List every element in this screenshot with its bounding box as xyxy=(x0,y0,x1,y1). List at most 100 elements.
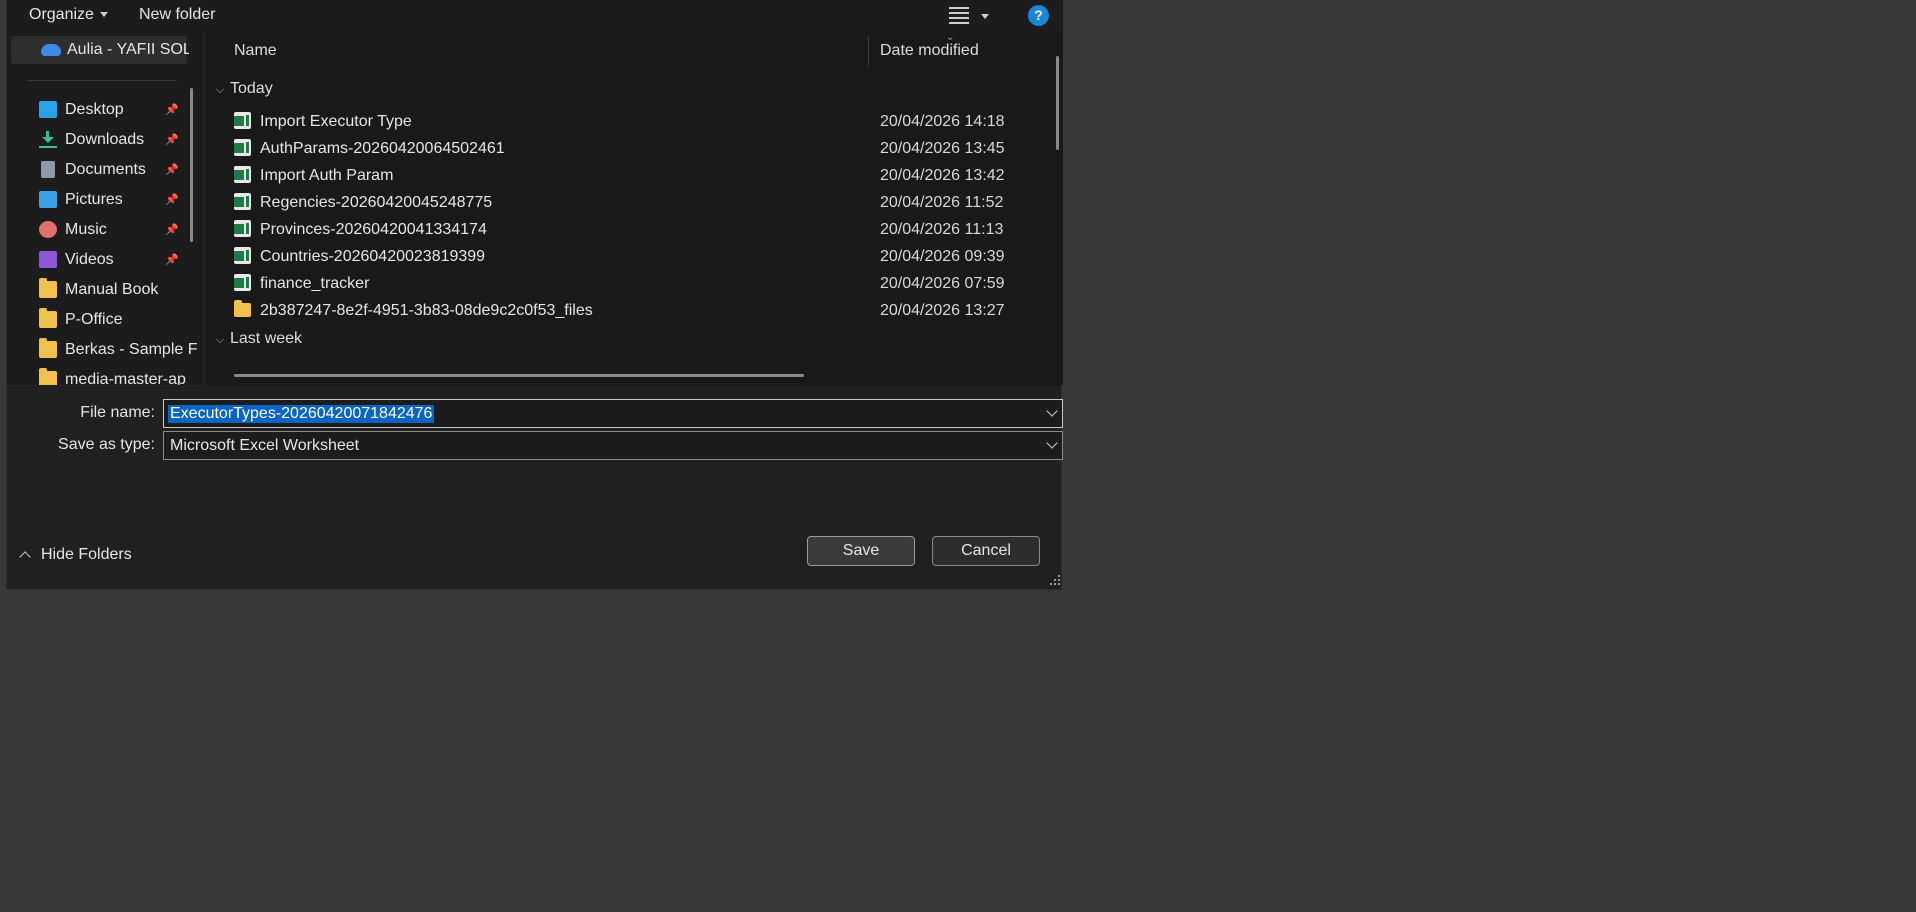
divider xyxy=(27,80,177,81)
file-date: 20/04/2026 09:39 xyxy=(880,248,1005,265)
sidebar-item-p-office[interactable]: P-Office xyxy=(7,306,193,334)
file-row[interactable]: finance_tracker 20/04/2026 07:59 xyxy=(230,270,1050,296)
chevron-down-icon: ⌵ xyxy=(216,84,225,96)
file-name: Regencies-20260420045248775 xyxy=(260,194,493,211)
hide-folders-button[interactable]: Hide Folders xyxy=(19,546,132,564)
horizontal-scrollbar[interactable] xyxy=(234,374,804,377)
file-row[interactable]: Regencies-20260420045248775 20/04/2026 1… xyxy=(230,189,1050,215)
music-icon xyxy=(39,221,57,238)
pin-icon: 📌 xyxy=(165,164,179,176)
excel-file-icon xyxy=(234,166,251,183)
chevron-up-icon xyxy=(19,551,31,563)
videos-icon xyxy=(39,251,57,268)
pin-icon: 📌 xyxy=(165,224,179,236)
file-list-header: Name ⌄ Date modified xyxy=(206,32,1063,72)
chevron-down-icon[interactable] xyxy=(1046,437,1058,449)
folder-icon xyxy=(39,338,57,358)
file-date: 20/04/2026 13:42 xyxy=(880,167,1005,184)
save-button[interactable]: Save xyxy=(807,536,915,566)
excel-file-icon xyxy=(234,274,251,291)
group-label: Last week xyxy=(230,330,303,347)
resize-grip-icon[interactable] xyxy=(1049,574,1061,586)
pin-icon: 📌 xyxy=(165,104,179,116)
file-name-input[interactable]: ExecutorTypes-20260420071842476 xyxy=(163,399,1063,428)
help-button[interactable]: ? xyxy=(1028,5,1049,26)
excel-file-icon xyxy=(234,193,251,210)
file-row[interactable]: AuthParams-20260420064502461 20/04/2026 … xyxy=(230,135,1050,161)
sidebar-item-manual-book[interactable]: Manual Book xyxy=(7,276,193,304)
chevron-down-icon xyxy=(99,12,108,18)
sidebar-item-label: Documents xyxy=(65,161,146,178)
file-name-value: ExecutorTypes-20260420071842476 xyxy=(168,405,435,423)
onedrive-cloud-icon xyxy=(41,44,61,56)
pictures-icon xyxy=(39,191,57,208)
chevron-down-icon xyxy=(981,14,989,19)
file-name: finance_tracker xyxy=(260,275,370,292)
sidebar-item-desktop[interactable]: Desktop 📌 xyxy=(7,96,193,124)
sidebar-item-label: Downloads xyxy=(65,131,145,148)
chevron-down-icon[interactable] xyxy=(1046,405,1058,417)
excel-file-icon xyxy=(234,139,251,156)
file-date: 20/04/2026 07:59 xyxy=(880,275,1005,292)
sidebar-item-label: P-Office xyxy=(65,311,123,328)
cancel-button[interactable]: Cancel xyxy=(932,536,1040,566)
excel-file-icon xyxy=(234,112,251,129)
file-row[interactable]: Countries-20260420023819399 20/04/2026 0… xyxy=(230,243,1050,269)
folder-row[interactable]: 2b387247-8e2f-4951-3b83-08de9c2c0f53_fil… xyxy=(230,297,1050,323)
navigation-pane: Aulia - YAFII SOLU Desktop 📌 Downloads 📌… xyxy=(7,32,203,385)
save-as-type-select[interactable]: Microsoft Excel Worksheet xyxy=(163,431,1063,460)
list-view-icon xyxy=(949,7,969,25)
sidebar-item-music[interactable]: Music 📌 xyxy=(7,216,193,244)
file-row[interactable]: Import Executor Type 20/04/2026 14:18 xyxy=(230,108,1050,134)
organize-label: Organize xyxy=(29,6,94,23)
sidebar-item-downloads[interactable]: Downloads 📌 xyxy=(7,126,193,154)
new-folder-button[interactable]: New folder xyxy=(139,6,215,24)
downloads-icon xyxy=(39,131,57,148)
file-name: Countries-20260420023819399 xyxy=(260,248,486,265)
sidebar-item-label: Videos xyxy=(65,251,114,268)
hide-folders-label: Hide Folders xyxy=(41,546,132,563)
column-header-date-modified[interactable]: Date modified xyxy=(880,42,979,60)
folder-icon xyxy=(39,368,57,385)
file-row[interactable]: Import Auth Param 20/04/2026 13:42 xyxy=(230,162,1050,188)
sidebar-item-label: Aulia - YAFII SOLU xyxy=(67,41,189,58)
sidebar-item-label: Pictures xyxy=(65,191,123,208)
excel-file-icon xyxy=(234,220,251,237)
group-header-last-week[interactable]: ⌵ Last week xyxy=(216,330,302,354)
sidebar-item-documents[interactable]: Documents 📌 xyxy=(7,156,193,184)
sidebar-item-onedrive[interactable]: Aulia - YAFII SOLU xyxy=(11,36,189,64)
save-as-dialog: Organize New folder ? Aulia - YAFII SOLU… xyxy=(6,0,1063,590)
sidebar-item-label: Desktop xyxy=(65,101,124,118)
excel-file-icon xyxy=(234,247,251,264)
toolbar: Organize New folder ? xyxy=(7,0,1063,32)
sidebar-item-label: Berkas - Sample F xyxy=(65,341,198,358)
column-header-name[interactable]: Name xyxy=(234,42,277,60)
file-date: 20/04/2026 11:13 xyxy=(880,221,1004,238)
file-name: 2b387247-8e2f-4951-3b83-08de9c2c0f53_fil… xyxy=(260,302,593,319)
vertical-scrollbar[interactable] xyxy=(1056,56,1059,150)
file-name: Import Auth Param xyxy=(260,167,394,184)
file-date: 20/04/2026 14:18 xyxy=(880,113,1005,130)
column-divider[interactable] xyxy=(868,36,869,66)
sidebar-item-pictures[interactable]: Pictures 📌 xyxy=(7,186,193,214)
file-date: 20/04/2026 13:27 xyxy=(880,302,1005,319)
folder-icon xyxy=(39,308,57,328)
organize-menu-button[interactable]: Organize xyxy=(29,6,108,24)
view-options-button[interactable] xyxy=(943,4,989,28)
file-name: Import Executor Type xyxy=(260,113,412,130)
file-row[interactable]: Provinces-20260420041334174 20/04/2026 1… xyxy=(230,216,1050,242)
file-date: 20/04/2026 13:45 xyxy=(880,140,1005,157)
save-as-type-label: Save as type: xyxy=(58,436,155,453)
sidebar-item-videos[interactable]: Videos 📌 xyxy=(7,246,193,274)
sidebar-item-label: Manual Book xyxy=(65,281,159,298)
chevron-down-icon: ⌵ xyxy=(216,334,225,346)
sidebar-item-berkas[interactable]: Berkas - Sample F xyxy=(7,336,197,364)
navigation-scrollbar[interactable] xyxy=(190,88,193,242)
file-name: AuthParams-20260420064502461 xyxy=(260,140,505,157)
group-label: Today xyxy=(230,80,273,97)
save-as-type-value: Microsoft Excel Worksheet xyxy=(170,437,360,454)
pin-icon: 📌 xyxy=(165,254,179,266)
desktop-icon xyxy=(39,101,57,118)
group-header-today[interactable]: ⌵ Today xyxy=(216,80,273,104)
sidebar-item-media-master[interactable]: media-master-ap xyxy=(7,366,193,385)
